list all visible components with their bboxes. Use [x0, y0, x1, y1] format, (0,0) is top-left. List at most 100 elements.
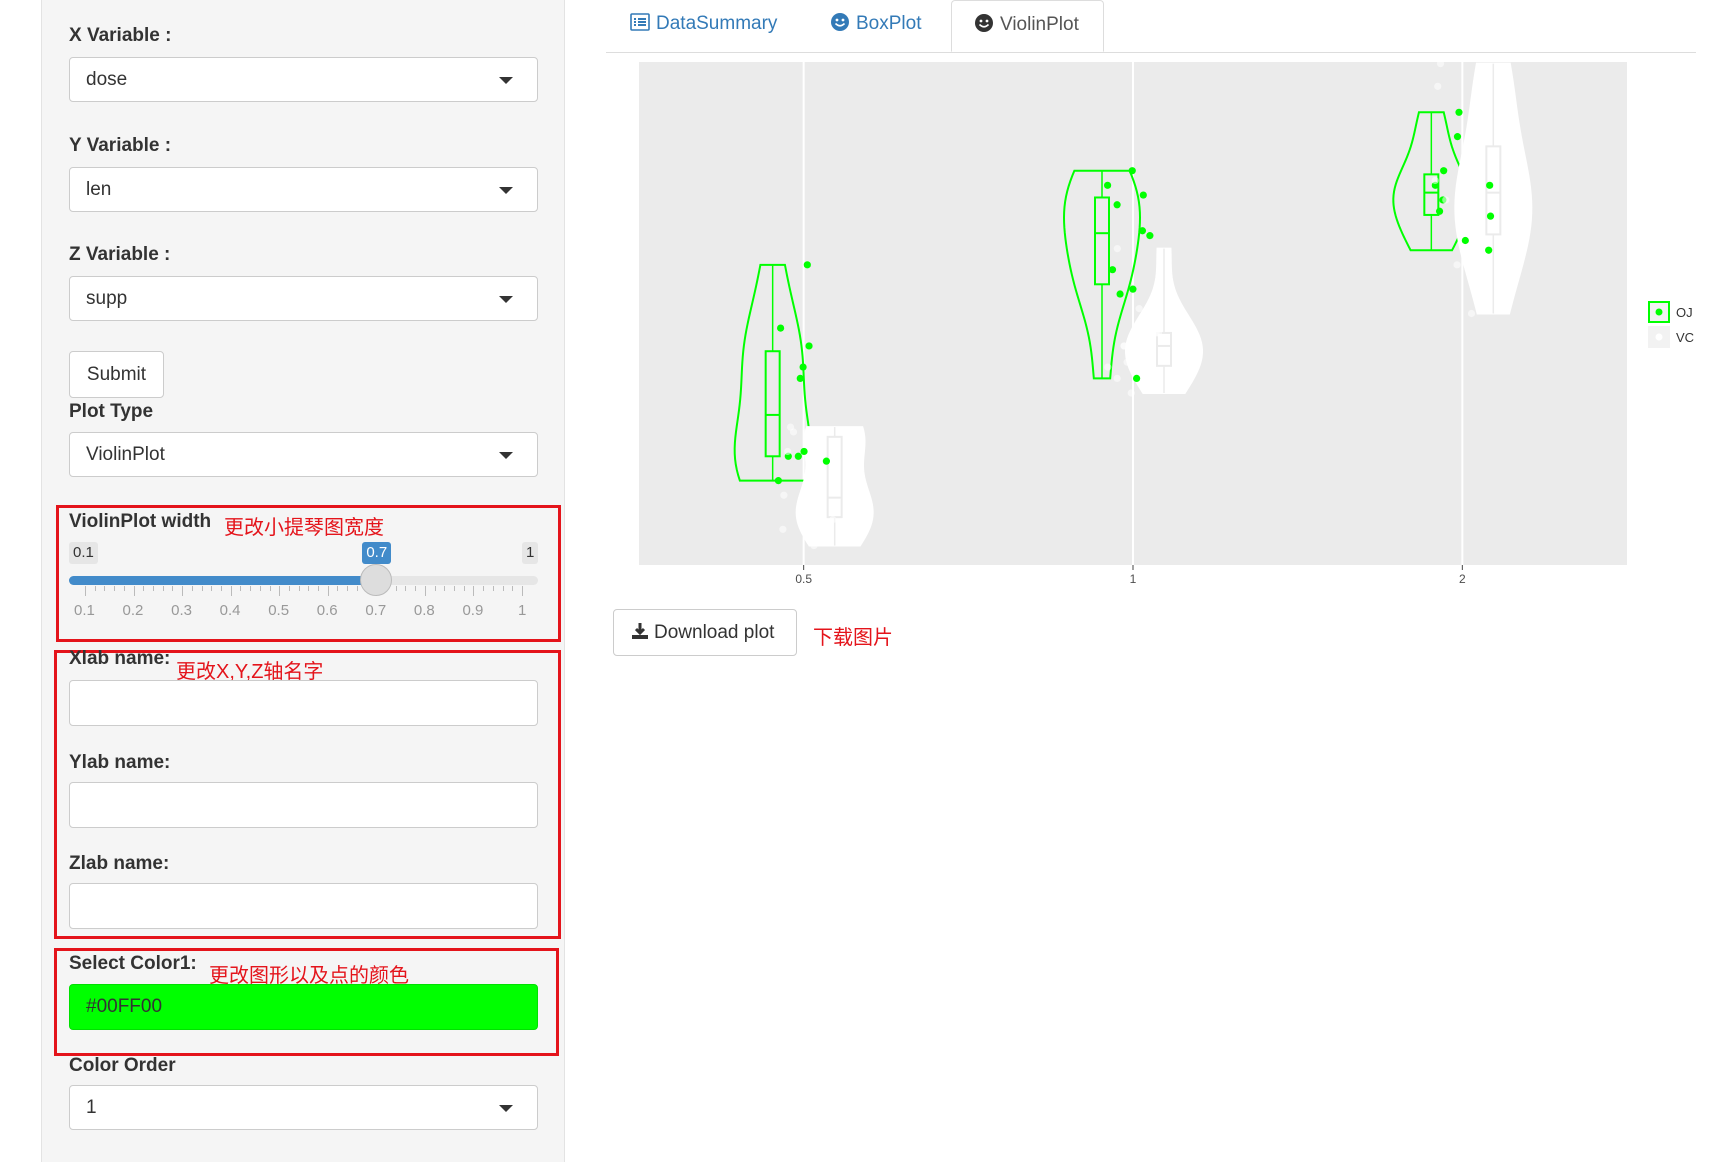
- data-point: [784, 447, 792, 456]
- y-variable-label: Y Variable :: [69, 135, 172, 156]
- data-point: [1113, 201, 1121, 209]
- data-point: [796, 506, 805, 514]
- list-icon: [630, 13, 650, 31]
- color-order-select[interactable]: 1: [69, 1085, 538, 1130]
- plot-type-select[interactable]: ViolinPlot: [69, 432, 538, 477]
- data-point: [1435, 207, 1444, 215]
- data-point: [1108, 266, 1117, 274]
- color-order-value: 1: [86, 1097, 97, 1118]
- x-variable-value: dose: [86, 69, 128, 90]
- slider-tick-label: 1: [518, 602, 527, 619]
- slider-tick-mark: [94, 586, 96, 591]
- caret-down-icon: [499, 452, 513, 459]
- slider-tick-mark: [483, 586, 485, 591]
- tab-violinplot[interactable]: ViolinPlot: [951, 0, 1104, 52]
- x-variable-select[interactable]: dose: [69, 57, 538, 102]
- slider-tick-label: 0.8: [413, 602, 435, 619]
- slider-tick-mark: [454, 586, 456, 591]
- submit-button[interactable]: Submit: [69, 351, 164, 398]
- data-point: [1436, 60, 1445, 68]
- data-point: [1486, 212, 1495, 220]
- slider-tick-mark: [240, 586, 242, 591]
- z-variable-select[interactable]: supp: [69, 276, 538, 321]
- smile-icon: [831, 13, 849, 31]
- slider-tick-mark: [172, 586, 174, 591]
- data-point: [794, 452, 802, 460]
- smile-icon: [975, 14, 993, 32]
- slider-tick-mark: [512, 586, 514, 591]
- data-point: [1113, 244, 1121, 253]
- data-point: [1133, 374, 1141, 383]
- plot-type-label: Plot Type: [69, 401, 154, 422]
- download-label: Download plot: [654, 622, 775, 643]
- slider-tick-mark: [492, 586, 494, 591]
- slider-tick-mark: [522, 586, 523, 596]
- data-point: [1442, 196, 1450, 204]
- tab-label: DataSummary: [656, 13, 778, 34]
- slider-tick-mark: [347, 586, 349, 591]
- slider-tick-mark: [327, 586, 329, 596]
- legend-label: OJ: [1676, 305, 1693, 320]
- zlab-input[interactable]: [69, 883, 538, 929]
- data-point: [822, 457, 830, 465]
- slider-tick-mark: [395, 586, 397, 591]
- slider-tick-mark: [259, 586, 261, 591]
- slider-tick-mark: [85, 586, 86, 596]
- data-point: [1129, 285, 1137, 293]
- slider-fill: [69, 576, 377, 585]
- slider-tick-mark: [269, 586, 271, 591]
- data-point: [1138, 227, 1147, 235]
- slider-tick-mark: [211, 586, 213, 591]
- data-point: [1116, 290, 1124, 298]
- data-point: [1486, 181, 1494, 189]
- slider-tick-label: 0.5: [268, 602, 290, 619]
- data-point: [800, 447, 808, 456]
- caret-down-icon: [499, 187, 513, 194]
- data-point: [1135, 305, 1143, 313]
- tab-label: ViolinPlot: [1000, 14, 1079, 35]
- data-point: [1146, 232, 1154, 240]
- slider-tick-mark: [463, 586, 465, 591]
- tab-datasummary[interactable]: DataSummary: [630, 0, 777, 52]
- violin-plot: 0.5 1 2 OJ VC: [639, 60, 1694, 585]
- data-point: [803, 261, 811, 269]
- slider-tick-label: 0.7: [365, 602, 387, 619]
- download-note: 下载图片: [813, 627, 893, 649]
- legend-point: [1655, 308, 1663, 316]
- y-variable-select[interactable]: len: [69, 167, 538, 212]
- download-icon: [632, 623, 648, 639]
- slider-tick-mark: [220, 586, 222, 591]
- z-variable-value: supp: [86, 288, 128, 309]
- slider-tick-label: 0.6: [316, 602, 338, 619]
- ylab-input[interactable]: [69, 782, 538, 828]
- caret-down-icon: [499, 1105, 513, 1112]
- slider-tick-mark: [279, 586, 281, 596]
- data-point: [780, 491, 788, 499]
- x-tick-label: 1: [1130, 572, 1137, 585]
- color1-input[interactable]: #00FF00: [69, 984, 538, 1030]
- data-point: [1128, 167, 1136, 175]
- slider-tick-mark: [337, 586, 339, 591]
- data-point: [1455, 108, 1463, 116]
- slider-min-badge: 0.1: [69, 542, 98, 564]
- color1-label: Select Color1:: [69, 953, 197, 974]
- color-order-label: Color Order: [69, 1055, 176, 1076]
- x-variable-label: X Variable :: [69, 25, 172, 46]
- slider-tick-mark: [162, 586, 164, 591]
- data-point: [774, 477, 782, 485]
- slider-max-badge: 1: [522, 542, 539, 564]
- slider-tick-mark: [405, 586, 407, 591]
- slider-tick-mark: [424, 586, 426, 596]
- data-point: [1139, 191, 1147, 199]
- slider-tick-mark: [434, 586, 436, 591]
- slider-tick-mark: [133, 586, 135, 596]
- zlab-label: Zlab name:: [69, 853, 170, 874]
- xlab-input[interactable]: [69, 680, 538, 726]
- download-plot-button[interactable]: Download plot: [613, 609, 797, 656]
- tab-boxplot[interactable]: BoxPlot: [830, 0, 921, 52]
- legend-point: [1655, 333, 1663, 341]
- data-point: [1440, 167, 1448, 175]
- data-point: [796, 374, 804, 383]
- slider-tick-mark: [308, 586, 310, 591]
- data-point: [789, 428, 798, 436]
